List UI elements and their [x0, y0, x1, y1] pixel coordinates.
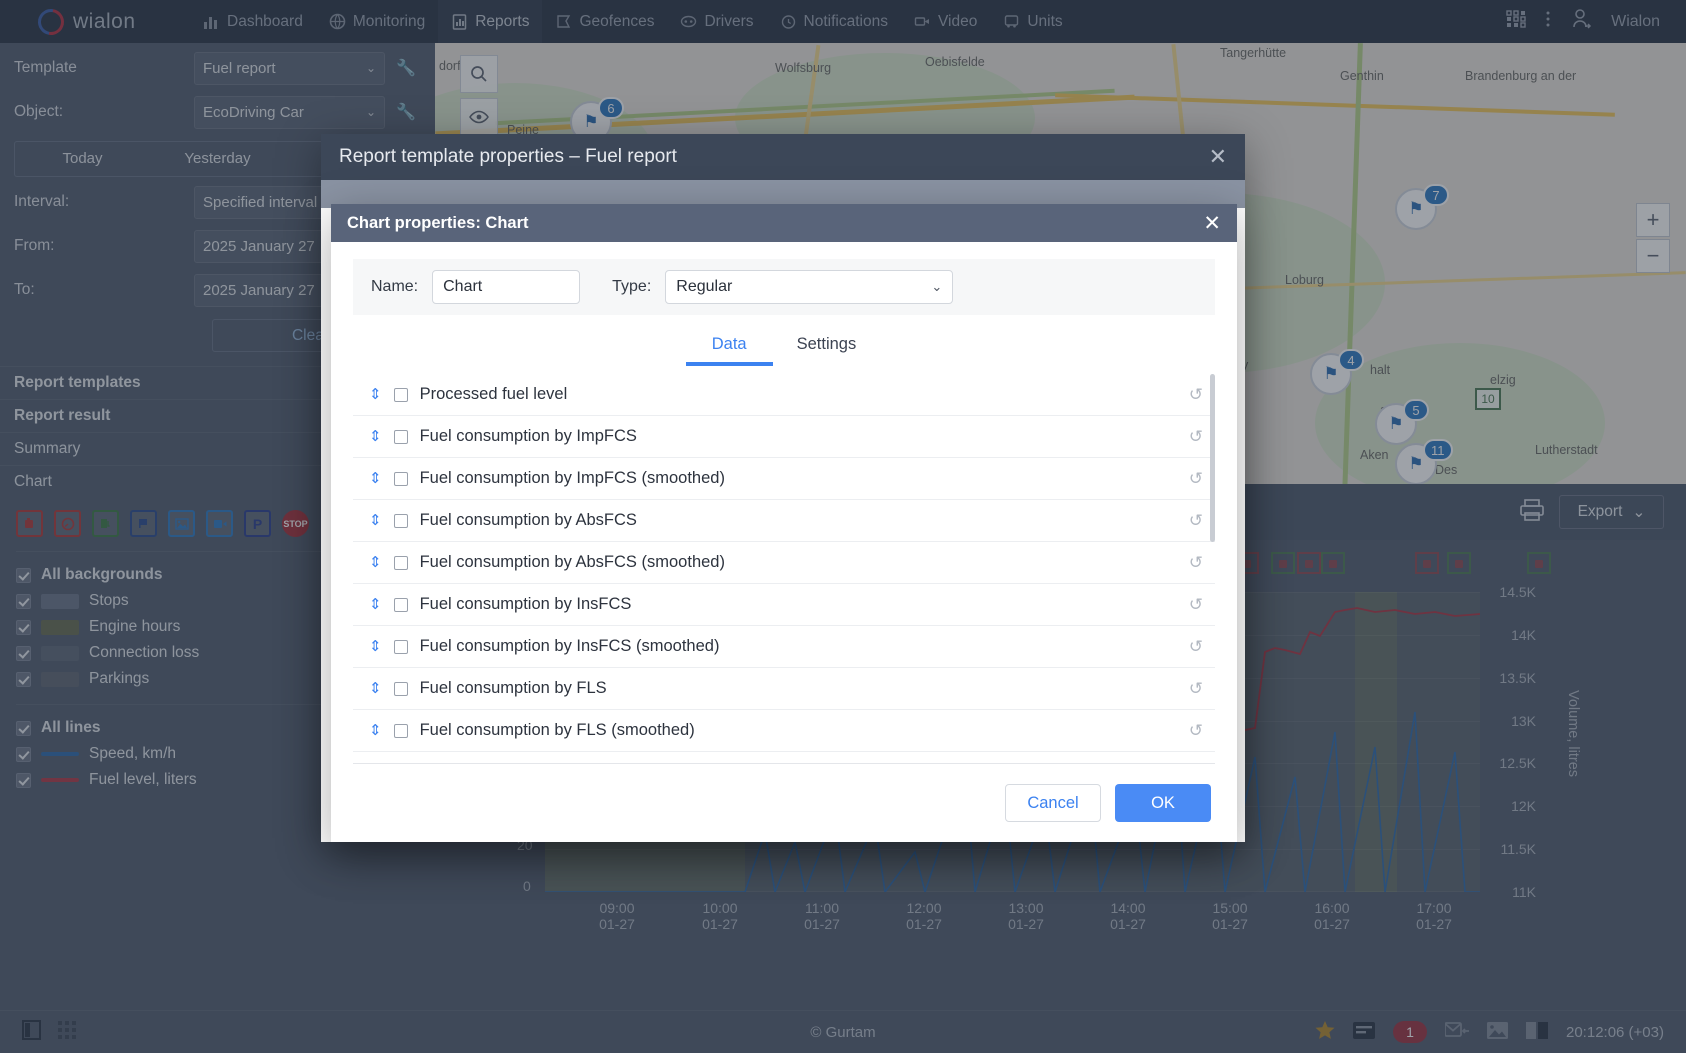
undo-icon[interactable]: ↺	[1189, 469, 1203, 489]
list-scrollbar[interactable]	[1210, 374, 1215, 542]
ok-button[interactable]: OK	[1115, 784, 1211, 822]
item-label: Fuel consumption by InsFCS	[420, 595, 632, 614]
item-label: Processed fuel level	[420, 385, 568, 404]
list-item[interactable]: ⇕ Fuel consumption by InsFCS (smoothed) …	[353, 626, 1215, 668]
drag-vertical-icon[interactable]: ⇕	[369, 639, 382, 654]
chart-name-type-bar: Name: Chart Type: Regular ⌄	[353, 259, 1215, 315]
list-item[interactable]: ⇕ Fuel consumption by FLS (smoothed) ↺	[353, 710, 1215, 752]
undo-icon[interactable]: ↺	[1189, 511, 1203, 531]
undo-icon[interactable]: ↺	[1189, 553, 1203, 573]
tab-data[interactable]: Data	[712, 335, 747, 366]
item-checkbox[interactable]	[394, 472, 408, 486]
drag-vertical-icon[interactable]: ⇕	[369, 555, 382, 570]
item-checkbox[interactable]	[394, 598, 408, 612]
undo-icon[interactable]: ↺	[1189, 679, 1203, 699]
item-label: Fuel consumption by InsFCS (smoothed)	[420, 637, 720, 656]
chart-name-input[interactable]: Chart	[432, 270, 580, 304]
item-checkbox[interactable]	[394, 514, 408, 528]
item-checkbox[interactable]	[394, 430, 408, 444]
tab-settings[interactable]: Settings	[797, 335, 857, 366]
close-icon[interactable]: ✕	[1203, 211, 1221, 236]
item-checkbox[interactable]	[394, 640, 408, 654]
item-label: Fuel consumption by math	[420, 763, 614, 764]
list-item[interactable]: ⇕ Fuel consumption by FLS ↺	[353, 668, 1215, 710]
item-label: Fuel consumption by FLS	[420, 679, 607, 698]
item-checkbox[interactable]	[394, 724, 408, 738]
name-label: Name:	[371, 278, 418, 296]
chart-properties-tabs: Data Settings	[331, 335, 1237, 366]
item-label: Fuel consumption by ImpFCS (smoothed)	[420, 469, 725, 488]
undo-icon[interactable]: ↺	[1189, 763, 1203, 765]
chart-properties-header: Chart properties: Chart ✕	[331, 204, 1237, 242]
item-checkbox[interactable]	[394, 556, 408, 570]
item-checkbox[interactable]	[394, 682, 408, 696]
list-item[interactable]: ⇕ Processed fuel level ↺	[353, 374, 1215, 416]
undo-icon[interactable]: ↺	[1189, 385, 1203, 405]
application-root: wialon Dashboard Monitoring Reports	[0, 0, 1686, 1053]
list-item[interactable]: ⇕ Fuel consumption by ImpFCS ↺	[353, 416, 1215, 458]
undo-icon[interactable]: ↺	[1189, 637, 1203, 657]
drag-vertical-icon[interactable]: ⇕	[369, 429, 382, 444]
chart-properties-title: Chart properties: Chart	[347, 214, 529, 233]
chart-properties-dialog: Chart properties: Chart ✕ Name: Chart Ty…	[331, 204, 1237, 842]
chevron-down-icon: ⌄	[931, 279, 942, 295]
item-label: Fuel consumption by AbsFCS (smoothed)	[420, 553, 725, 572]
item-label: Fuel consumption by ImpFCS	[420, 427, 637, 446]
drag-vertical-icon[interactable]: ⇕	[369, 387, 382, 402]
chart-properties-footer: Cancel OK	[331, 764, 1237, 842]
cancel-button[interactable]: Cancel	[1005, 784, 1101, 822]
type-label: Type:	[612, 278, 651, 296]
item-label: Fuel consumption by AbsFCS	[420, 511, 637, 530]
undo-icon[interactable]: ↺	[1189, 427, 1203, 447]
close-icon[interactable]: ✕	[1209, 144, 1227, 170]
report-template-properties-title: Report template properties – Fuel report	[339, 146, 677, 168]
undo-icon[interactable]: ↺	[1189, 721, 1203, 741]
report-template-properties-header: Report template properties – Fuel report…	[321, 134, 1245, 180]
drag-vertical-icon[interactable]: ⇕	[369, 597, 382, 612]
chart-data-list: ⇕ Processed fuel level ↺ ⇕ Fuel consumpt…	[353, 374, 1215, 764]
drag-vertical-icon[interactable]: ⇕	[369, 513, 382, 528]
undo-icon[interactable]: ↺	[1189, 595, 1203, 615]
chart-type-select[interactable]: Regular ⌄	[665, 270, 953, 304]
chart-name-value: Chart	[443, 278, 482, 296]
drag-vertical-icon[interactable]: ⇕	[369, 681, 382, 696]
chart-type-value: Regular	[676, 278, 732, 296]
list-item[interactable]: ⇕ Fuel consumption by InsFCS ↺	[353, 584, 1215, 626]
drag-vertical-icon[interactable]: ⇕	[369, 471, 382, 486]
item-checkbox[interactable]	[394, 388, 408, 402]
list-item[interactable]: ⇕ Fuel consumption by math ↺	[353, 752, 1215, 764]
item-label: Fuel consumption by FLS (smoothed)	[420, 721, 695, 740]
list-item[interactable]: ⇕ Fuel consumption by ImpFCS (smoothed) …	[353, 458, 1215, 500]
list-item[interactable]: ⇕ Fuel consumption by AbsFCS (smoothed) …	[353, 542, 1215, 584]
drag-vertical-icon[interactable]: ⇕	[369, 723, 382, 738]
list-item[interactable]: ⇕ Fuel consumption by AbsFCS ↺	[353, 500, 1215, 542]
